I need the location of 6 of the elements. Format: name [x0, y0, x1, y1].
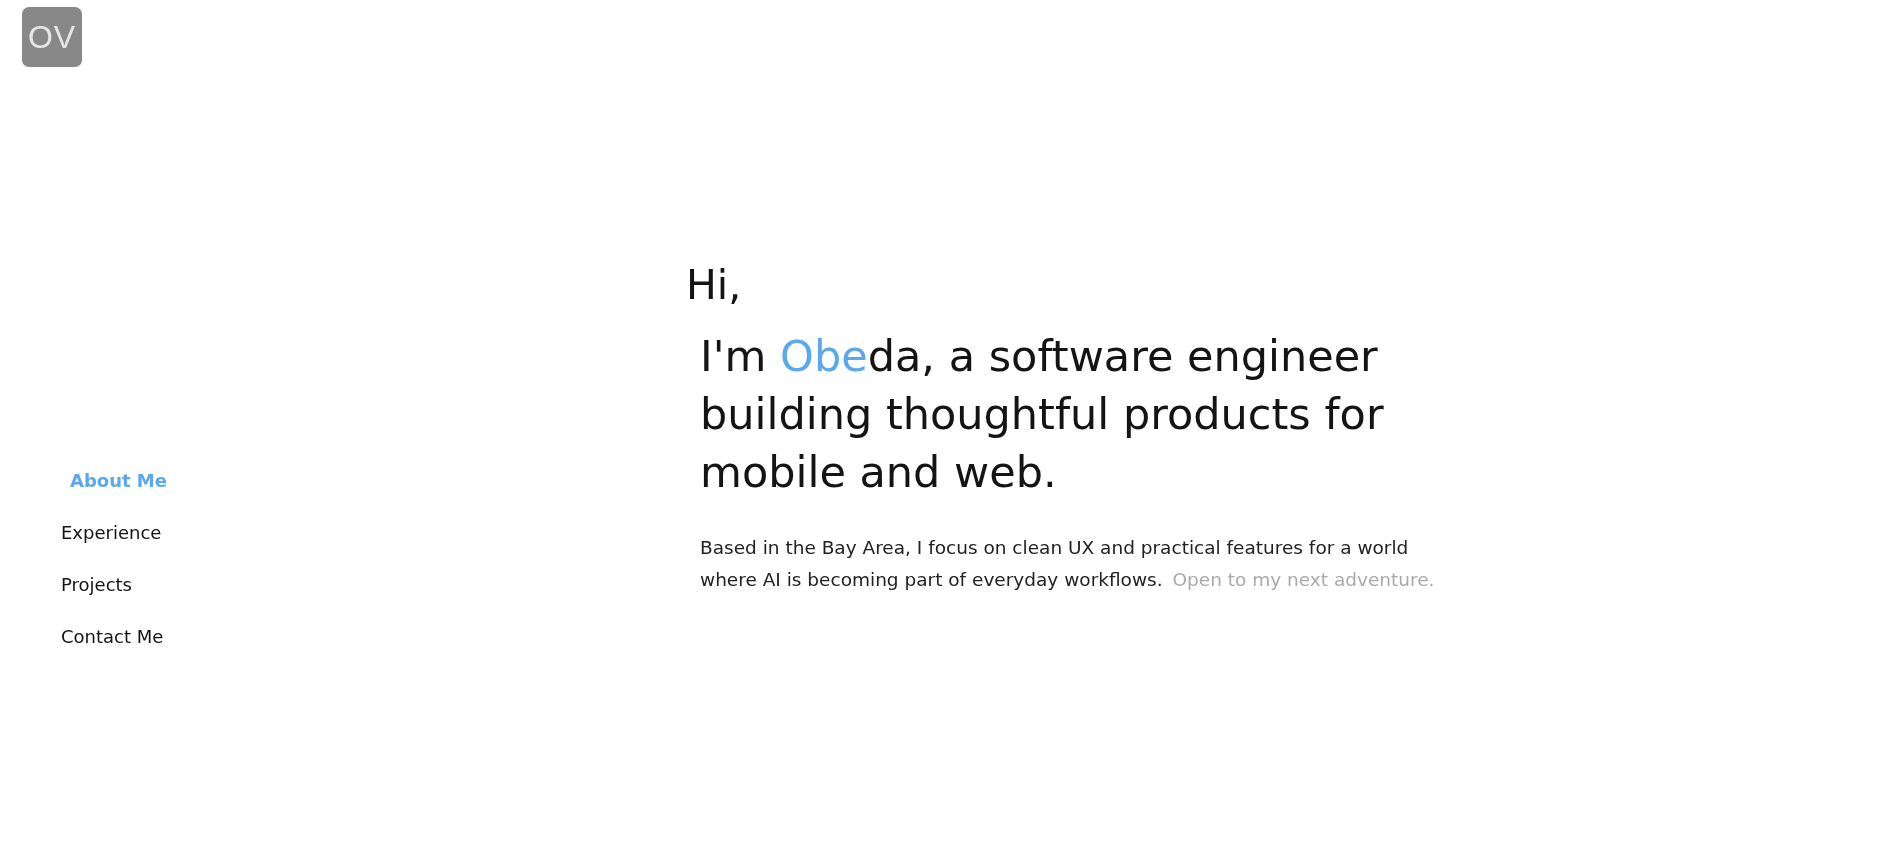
greeting-heading: Hi, — [686, 260, 742, 310]
nav-link[interactable]: Experience — [61, 521, 162, 545]
bio-paragraph: Based in the Bay Area, I focus on clean UX and practical features for a world where AI is becoming part of everyday workflows. Open to my next adventure. — [700, 536, 1436, 592]
nav-link[interactable]: Projects — [61, 573, 132, 597]
nav-link[interactable]: Contact Me — [61, 625, 164, 649]
headline: I'm Obeda, a software engineer building thoughtful products for mobile and web. — [700, 330, 1385, 499]
